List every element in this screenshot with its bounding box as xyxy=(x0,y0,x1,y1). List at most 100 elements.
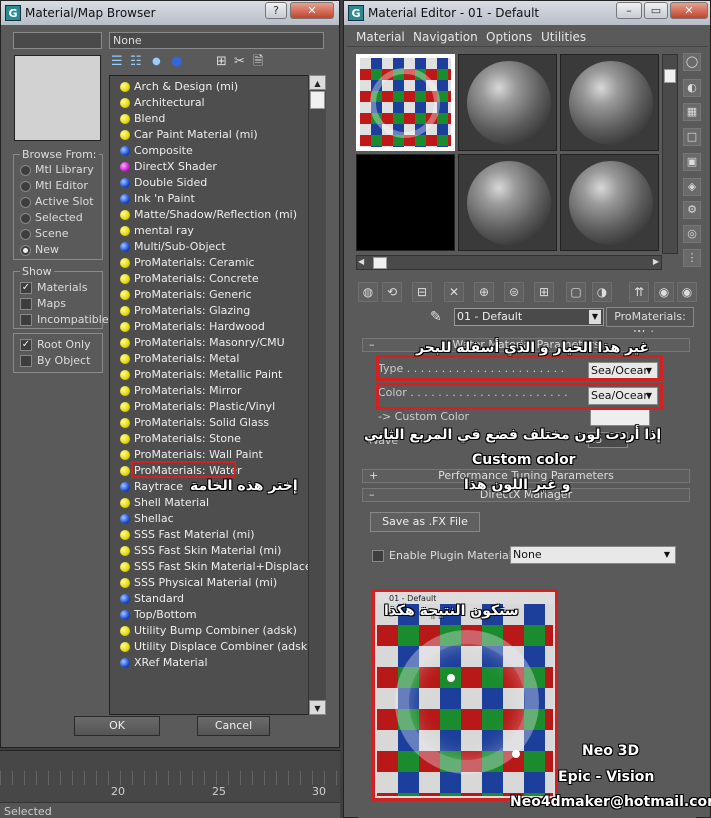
material-id-icon[interactable]: ▢ xyxy=(566,282,586,302)
list-item[interactable]: Multi/Sub-Object xyxy=(110,239,308,255)
sample-slot-6[interactable] xyxy=(560,154,659,251)
sample-slot-2[interactable] xyxy=(458,54,557,151)
list-item[interactable]: Standard xyxy=(110,591,308,607)
radio-selected[interactable]: Selected xyxy=(20,211,83,225)
search-field[interactable]: None xyxy=(109,32,324,49)
list-item[interactable]: ProMaterials: Glazing xyxy=(110,303,308,319)
list-item[interactable]: mental ray xyxy=(110,223,308,239)
list-item[interactable]: SSS Physical Material (mi) xyxy=(110,575,308,591)
make-copy-icon[interactable]: ⊕ xyxy=(474,282,494,302)
ok-button[interactable]: OK xyxy=(74,716,160,736)
list-item[interactable]: SSS Fast Material (mi) xyxy=(110,527,308,543)
radio-new[interactable]: New xyxy=(20,243,59,257)
checkbox-materials[interactable]: ✓ Materials xyxy=(20,281,87,295)
select-by-material-icon[interactable]: ◎ xyxy=(683,225,701,243)
list-item[interactable]: Ink 'n Paint xyxy=(110,191,308,207)
list-item[interactable]: Car Paint Material (mi) xyxy=(110,127,308,143)
sample-type-icon[interactable]: ◯ xyxy=(683,53,701,71)
timeline[interactable]: 20 25 30 xyxy=(0,750,340,802)
make-preview-icon[interactable]: ◈ xyxy=(683,178,701,196)
list-item[interactable]: ProMaterials: Metal xyxy=(110,351,308,367)
assign-to-selection-icon[interactable]: ⊟ xyxy=(412,282,432,302)
checkbox-incompatible[interactable]: Incompatible xyxy=(20,313,109,327)
editor-close-icon[interactable]: ✕ xyxy=(670,2,708,19)
list-item[interactable]: ProMaterials: Mirror xyxy=(110,383,308,399)
list-item[interactable]: Shell Material xyxy=(110,495,308,511)
checkbox-root-only[interactable]: ✓ Root Only xyxy=(20,338,91,352)
sample-slot-3[interactable] xyxy=(560,54,659,151)
name-field[interactable] xyxy=(13,32,102,49)
sample-slot-1-active[interactable] xyxy=(356,54,455,151)
radio-scene[interactable]: Scene xyxy=(20,227,69,241)
options-icon[interactable]: ⚙ xyxy=(683,201,701,219)
cancel-button[interactable]: Cancel xyxy=(197,716,270,736)
put-to-library-icon[interactable]: ⊞ xyxy=(534,282,554,302)
list-item[interactable]: Matte/Shadow/Reflection (mi) xyxy=(110,207,308,223)
list-item[interactable]: DirectX Shader xyxy=(110,159,308,175)
editor-titlebar[interactable]: G Material Editor - 01 - Default – ▭ ✕ xyxy=(344,1,710,25)
list-item[interactable]: ProMaterials: Hardwood xyxy=(110,319,308,335)
sample-slot-4[interactable] xyxy=(356,154,455,251)
go-to-parent-icon[interactable]: ◉ xyxy=(654,282,674,302)
custom-color-swatch[interactable] xyxy=(590,408,650,426)
background-icon[interactable]: ▦ xyxy=(683,103,701,121)
backlight-icon[interactable]: ◐ xyxy=(683,79,701,97)
list-item[interactable]: Arch & Design (mi) xyxy=(110,79,308,95)
minimize-icon[interactable]: – xyxy=(616,2,642,19)
clear-icon[interactable]: 🗎 xyxy=(253,54,269,70)
list-item[interactable]: Double Sided xyxy=(110,175,308,191)
plugin-dropdown[interactable]: None ▼ xyxy=(510,546,676,564)
slots-vscroll[interactable] xyxy=(662,54,678,254)
list-item[interactable]: Composite xyxy=(110,143,308,159)
maximize-icon[interactable]: ▭ xyxy=(644,2,668,19)
radio-mtl-library[interactable]: Mtl Library xyxy=(20,163,94,177)
menu-utilities[interactable]: Utilities xyxy=(541,30,586,44)
slots-hscroll-thumb[interactable] xyxy=(373,257,387,269)
update-scene-icon[interactable]: ⊞ xyxy=(216,54,232,70)
slots-hscroll[interactable]: ◀ ▶ xyxy=(356,255,662,270)
save-fx-button[interactable]: Save as .FX File xyxy=(370,512,480,532)
sample-slot-5[interactable] xyxy=(458,154,557,251)
radio-active-slot[interactable]: Active Slot xyxy=(20,195,94,209)
list-item[interactable]: Utility Displace Combiner (adsk) xyxy=(110,639,308,655)
list-item[interactable]: ProMaterials: Solid Glass xyxy=(110,415,308,431)
slots-vscroll-thumb[interactable] xyxy=(664,69,676,83)
menu-navigation[interactable]: Navigation xyxy=(413,30,478,44)
show-map-icon[interactable]: ◑ xyxy=(592,282,612,302)
scroll-right-icon[interactable]: ▶ xyxy=(653,257,659,266)
view-small-icons-icon[interactable]: ● xyxy=(152,54,164,70)
show-end-result-icon[interactable]: ⇈ xyxy=(629,282,649,302)
scroll-up-icon[interactable]: ▲ xyxy=(309,75,326,90)
list-scrollbar[interactable]: ▲ ▼ xyxy=(308,75,326,715)
make-unique-icon[interactable]: ⊜ xyxy=(504,282,524,302)
view-list-icon[interactable]: ☰ xyxy=(111,54,127,70)
list-item[interactable]: ProMaterials: Plastic/Vinyl xyxy=(110,399,308,415)
plugin-dropdown-icon[interactable]: ▼ xyxy=(661,548,673,562)
material-name-dropdown-icon[interactable]: ▼ xyxy=(589,310,601,324)
list-item[interactable]: ProMaterials: Ceramic xyxy=(110,255,308,271)
view-large-icons-icon[interactable]: ● xyxy=(171,54,185,70)
material-type-button[interactable]: ProMaterials: Water xyxy=(606,307,694,341)
put-to-scene-icon[interactable]: ⟲ xyxy=(382,282,402,302)
go-forward-icon[interactable]: ◉ xyxy=(677,282,697,302)
list-item[interactable]: ProMaterials: Masonry/CMU xyxy=(110,335,308,351)
video-color-check-icon[interactable]: ▣ xyxy=(683,153,701,171)
radio-mtl-editor[interactable]: Mtl Editor xyxy=(20,179,88,193)
menu-options[interactable]: Options xyxy=(486,30,532,44)
material-type-list[interactable]: Arch & Design (mi) Architectural Blend Car … xyxy=(109,75,309,715)
eyedropper-icon[interactable]: ✎ xyxy=(430,309,442,325)
checkbox-maps[interactable]: Maps xyxy=(20,297,66,311)
delete-icon[interactable]: ✂ xyxy=(234,54,250,70)
list-item[interactable]: Blend xyxy=(110,111,308,127)
view-list-icons-icon[interactable]: ☷ xyxy=(130,54,146,70)
scroll-left-icon[interactable]: ◀ xyxy=(358,257,364,266)
reset-map-icon[interactable]: ✕ xyxy=(444,282,464,302)
list-item[interactable]: SSS Fast Skin Material (mi) xyxy=(110,543,308,559)
list-item[interactable]: ProMaterials: Generic xyxy=(110,287,308,303)
close-icon[interactable]: ✕ xyxy=(290,2,334,19)
checkbox-by-object[interactable]: By Object xyxy=(20,354,90,368)
scroll-thumb[interactable] xyxy=(310,91,325,109)
browser-titlebar[interactable]: G Material/Map Browser ? ✕ xyxy=(1,1,339,25)
get-material-icon[interactable]: ◍ xyxy=(358,282,378,302)
list-item[interactable]: XRef Material xyxy=(110,655,308,671)
